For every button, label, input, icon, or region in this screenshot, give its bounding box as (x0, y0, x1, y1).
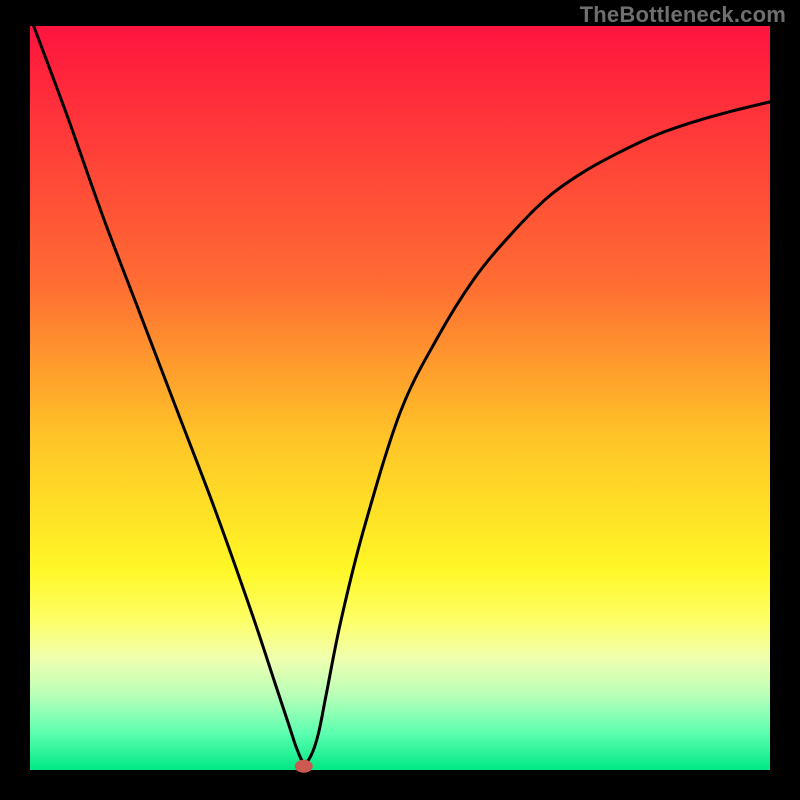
optimal-marker (295, 760, 313, 773)
watermark-text: TheBottleneck.com (580, 2, 786, 28)
bottleneck-chart (0, 0, 800, 800)
chart-container: TheBottleneck.com (0, 0, 800, 800)
gradient-background (30, 26, 770, 770)
